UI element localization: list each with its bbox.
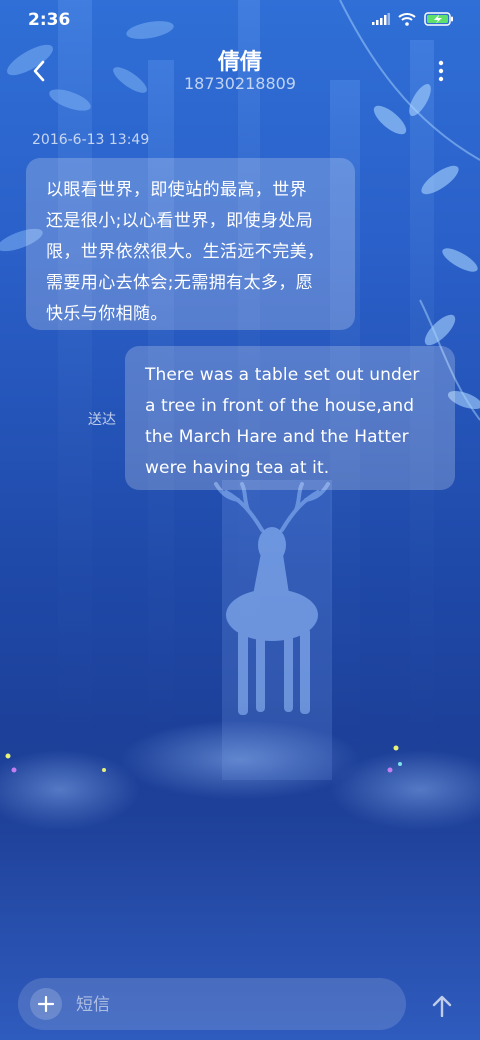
message-composer	[18, 978, 406, 1030]
wifi-icon	[398, 13, 416, 26]
message-line: There was a table set out under	[145, 365, 420, 385]
message-line: 以眼看世界，即使站的最高，世界	[46, 180, 307, 200]
arrow-up-icon	[432, 995, 452, 1017]
outgoing-message-bubble[interactable]: There was a table set out under a tree i…	[125, 346, 455, 490]
delivery-status: 送达	[88, 412, 116, 428]
battery-charging-icon	[424, 12, 453, 26]
message-line: the March Hare and the Hatter	[145, 427, 409, 447]
status-icons	[372, 12, 454, 26]
more-options-button[interactable]	[424, 54, 458, 88]
add-attachment-button[interactable]	[30, 988, 62, 1020]
message-input[interactable]	[74, 986, 398, 1024]
send-button[interactable]	[424, 988, 460, 1024]
message-timestamp: 2016-6-13 13:49	[32, 132, 150, 148]
contact-name: 倩倩	[217, 50, 262, 75]
incoming-message-bubble[interactable]: 以眼看世界，即使站的最高，世界 还是很小;以心看世界，即使身处局 限，世界依然很…	[26, 158, 355, 330]
status-time: 2:36	[28, 10, 71, 30]
message-line: 还是很小;以心看世界，即使身处局	[46, 211, 314, 231]
message-line: were having tea at it.	[145, 458, 330, 478]
message-line: 需要用心去体会;无需拥有太多，愿	[46, 273, 314, 293]
contact-number: 18730218809	[184, 74, 296, 93]
more-vertical-icon	[438, 60, 444, 82]
forest-background	[0, 0, 480, 1040]
message-line: 快乐与你相随。	[46, 304, 168, 324]
plus-icon	[38, 996, 54, 1012]
message-line: a tree in front of the house,and	[145, 396, 415, 416]
signal-icon	[372, 13, 390, 25]
message-line: 限，世界依然很大。生活远不完美，	[46, 242, 325, 262]
conversation-header: 倩倩 18730218809	[0, 42, 480, 102]
status-bar: 2:36	[0, 0, 480, 42]
